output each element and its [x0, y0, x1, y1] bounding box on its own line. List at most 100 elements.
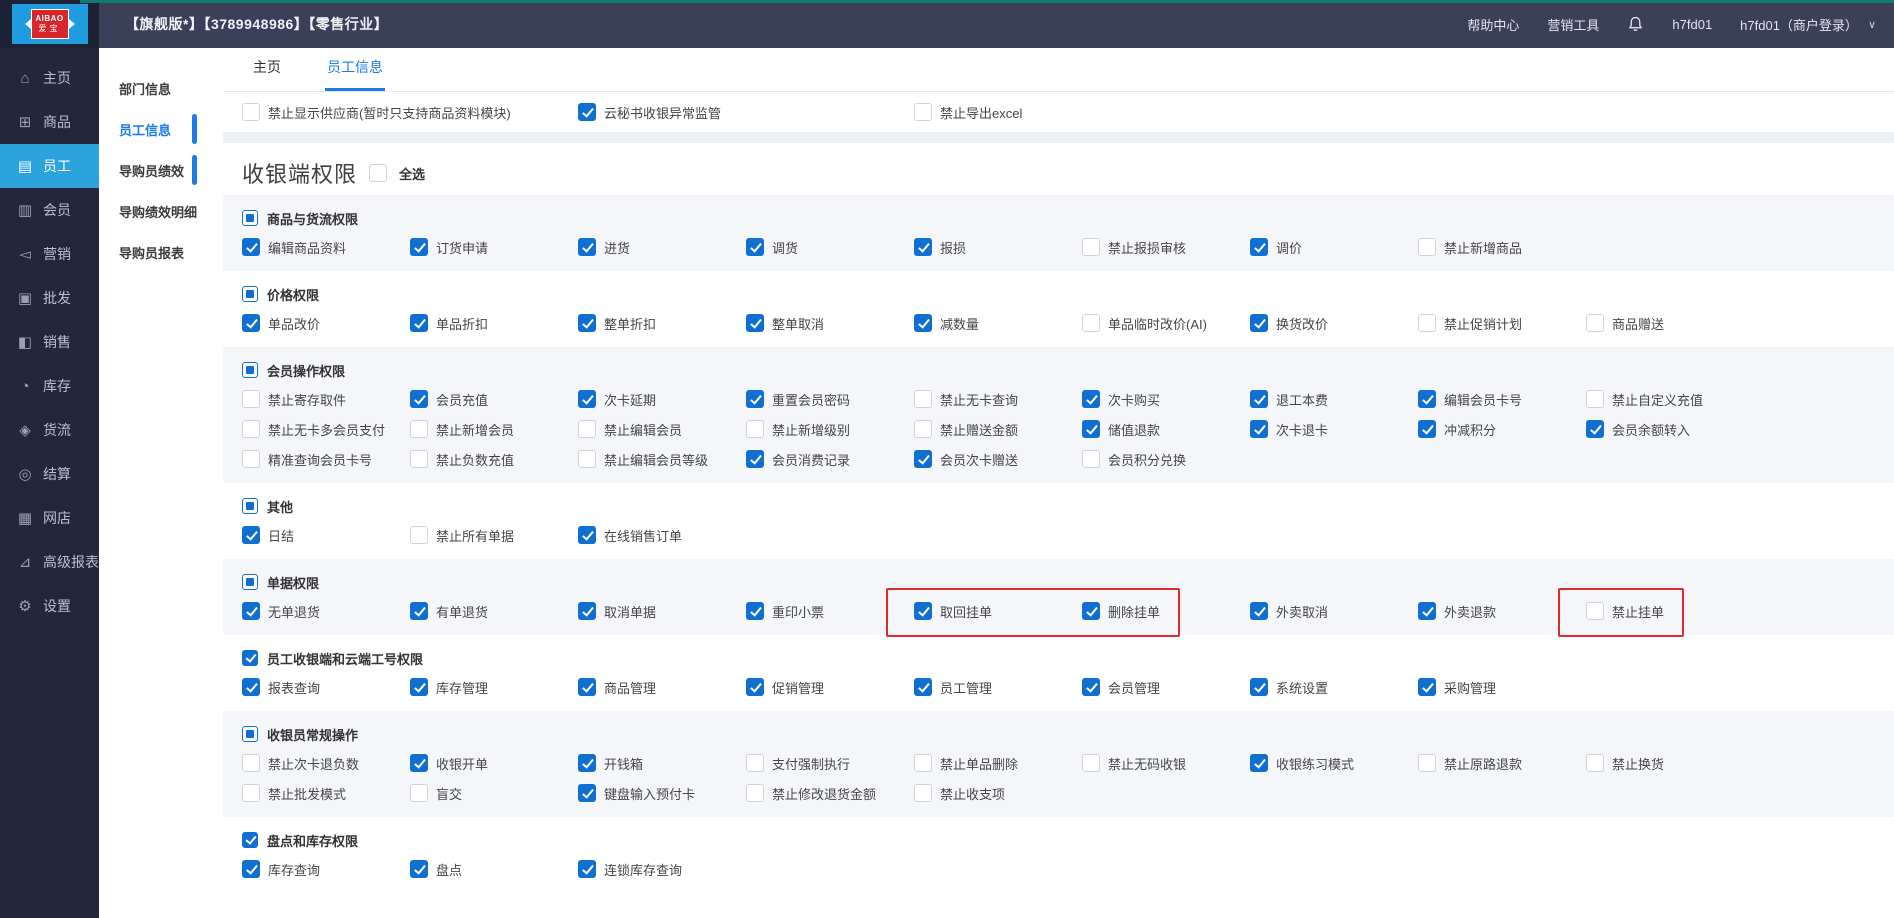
permission-checkbox[interactable]: 订货申请 [410, 238, 578, 257]
permission-checkbox[interactable]: 系统设置 [1250, 678, 1418, 697]
permission-checkbox[interactable]: 商品管理 [578, 678, 746, 697]
permission-checkbox[interactable]: 促销管理 [746, 678, 914, 697]
permission-checkbox[interactable]: 采购管理 [1418, 678, 1586, 697]
permission-checkbox[interactable]: 库存查询 [242, 860, 410, 879]
permission-checkbox[interactable]: 连锁库存查询 [578, 860, 746, 879]
section-checkbox[interactable] [242, 362, 258, 378]
permission-checkbox[interactable]: 禁止无卡多会员支付 [242, 420, 410, 439]
checkbox[interactable] [242, 103, 260, 121]
permission-checkbox[interactable]: 会员充值 [410, 390, 578, 409]
sidebar-item-wholesale[interactable]: ▣ 批发 [0, 276, 99, 320]
tab-主页[interactable]: 主页 [251, 57, 283, 91]
checkbox[interactable] [410, 420, 428, 438]
sidebar-item-inventory-pie[interactable]: ◔ 库存 [0, 364, 99, 408]
permission-checkbox[interactable]: 收银开单 [410, 754, 578, 773]
permission-checkbox[interactable]: 云秘书收银异常监管 [578, 103, 914, 122]
permission-checkbox[interactable]: 禁止换货 [1586, 754, 1754, 773]
permission-checkbox[interactable]: 在线销售订单 [578, 526, 746, 545]
checkbox[interactable] [1082, 314, 1100, 332]
checkbox[interactable] [914, 103, 932, 121]
checkbox[interactable] [578, 678, 596, 696]
sidebar-item-logistics[interactable]: ◈ 货流 [0, 408, 99, 452]
permission-checkbox[interactable]: 会员管理 [1082, 678, 1250, 697]
permission-checkbox[interactable]: 换货改价 [1250, 314, 1418, 333]
permission-checkbox[interactable]: 禁止次卡退负数 [242, 754, 410, 773]
checkbox[interactable] [1418, 314, 1436, 332]
permission-checkbox[interactable]: 禁止收支项 [914, 784, 1082, 803]
permission-checkbox[interactable]: 禁止自定义充值 [1586, 390, 1754, 409]
permission-checkbox[interactable]: 有单退货 [410, 602, 578, 621]
checkbox[interactable] [410, 602, 428, 620]
permission-checkbox[interactable]: 编辑会员卡号 [1418, 390, 1586, 409]
permission-checkbox[interactable]: 禁止编辑会员 [578, 420, 746, 439]
permission-checkbox[interactable]: 商品赠送 [1586, 314, 1754, 333]
checkbox[interactable] [914, 450, 932, 468]
permission-checkbox[interactable]: 无单退货 [242, 602, 410, 621]
checkbox[interactable] [410, 784, 428, 802]
account-menu[interactable]: h7fd01（商户登录） [1740, 15, 1858, 34]
permission-checkbox[interactable]: 会员积分兑换 [1082, 450, 1250, 469]
section-checkbox[interactable] [242, 210, 258, 226]
submenu-item[interactable]: 部门信息 [99, 68, 223, 109]
checkbox[interactable] [578, 784, 596, 802]
permission-checkbox[interactable]: 重置会员密码 [746, 390, 914, 409]
checkbox[interactable] [746, 314, 764, 332]
section-checkbox[interactable] [242, 650, 258, 666]
permission-checkbox[interactable]: 报表查询 [242, 678, 410, 697]
permission-checkbox[interactable]: 禁止挂单 [1586, 602, 1754, 621]
checkbox[interactable] [1586, 754, 1604, 772]
checkbox[interactable] [242, 754, 260, 772]
section-checkbox[interactable] [242, 574, 258, 590]
checkbox[interactable] [914, 314, 932, 332]
checkbox[interactable] [914, 420, 932, 438]
checkbox[interactable] [410, 754, 428, 772]
checkbox[interactable] [410, 526, 428, 544]
checkbox[interactable] [410, 314, 428, 332]
checkbox[interactable] [410, 390, 428, 408]
permission-checkbox[interactable]: 单品临时改价(AI) [1082, 314, 1250, 333]
checkbox[interactable] [1250, 678, 1268, 696]
checkbox[interactable] [242, 314, 260, 332]
sidebar-item-member[interactable]: ▥ 会员 [0, 188, 99, 232]
checkbox[interactable] [578, 754, 596, 772]
checkbox[interactable] [242, 390, 260, 408]
permission-checkbox[interactable]: 储值退款 [1082, 420, 1250, 439]
permission-checkbox[interactable]: 会员余额转入 [1586, 420, 1754, 439]
permission-checkbox[interactable]: 精准查询会员卡号 [242, 450, 410, 469]
permission-checkbox[interactable]: 盲交 [410, 784, 578, 803]
checkbox[interactable] [1082, 754, 1100, 772]
checkbox[interactable] [242, 860, 260, 878]
checkbox[interactable] [1082, 602, 1100, 620]
permission-checkbox[interactable]: 取回挂单 [914, 602, 1082, 621]
checkbox[interactable] [914, 754, 932, 772]
checkbox[interactable] [578, 420, 596, 438]
checkbox[interactable] [1418, 602, 1436, 620]
permission-checkbox[interactable]: 单品改价 [242, 314, 410, 333]
permission-checkbox[interactable]: 禁止所有单据 [410, 526, 578, 545]
checkbox[interactable] [578, 314, 596, 332]
permission-checkbox[interactable]: 禁止报损审核 [1082, 238, 1250, 257]
permission-checkbox[interactable]: 盘点 [410, 860, 578, 879]
checkbox[interactable] [914, 784, 932, 802]
checkbox[interactable] [746, 678, 764, 696]
checkbox[interactable] [1586, 314, 1604, 332]
checkbox[interactable] [242, 526, 260, 544]
checkbox[interactable] [1250, 602, 1268, 620]
sidebar-item-sales-chart[interactable]: ◧ 销售 [0, 320, 99, 364]
checkbox[interactable] [1418, 390, 1436, 408]
checkbox[interactable] [914, 602, 932, 620]
permission-checkbox[interactable]: 库存管理 [410, 678, 578, 697]
permission-checkbox[interactable]: 次卡退卡 [1250, 420, 1418, 439]
checkbox[interactable] [242, 420, 260, 438]
permission-checkbox[interactable]: 键盘输入预付卡 [578, 784, 746, 803]
checkbox[interactable] [1250, 754, 1268, 772]
permission-checkbox[interactable]: 会员消费记录 [746, 450, 914, 469]
scroll-area[interactable]: 禁止显示供应商(暂时只支持商品资料模块) 云秘书收银异常监管 禁止导出excel 收… [223, 92, 1894, 918]
checkbox[interactable] [1418, 238, 1436, 256]
permission-checkbox[interactable]: 禁止修改退货金额 [746, 784, 914, 803]
aibao-logo[interactable]: AIBAO 爱宝 [11, 4, 88, 44]
checkbox[interactable] [1250, 238, 1268, 256]
checkbox[interactable] [1082, 238, 1100, 256]
checkbox[interactable] [914, 678, 932, 696]
permission-checkbox[interactable]: 禁止显示供应商(暂时只支持商品资料模块) [242, 103, 578, 122]
